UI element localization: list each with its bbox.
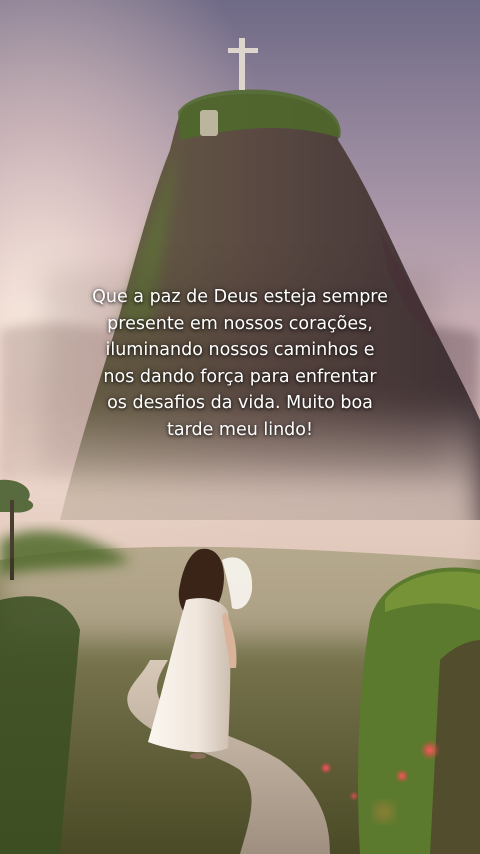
devotional-message: Que a paz de Deus esteja sempre presente… [40, 284, 440, 443]
message-line: presente em nossos corações, [107, 313, 373, 334]
message-line: Que a paz de Deus esteja sempre [92, 287, 388, 307]
message-line: iluminando nossos caminhos e [105, 340, 375, 360]
statue-icon [200, 110, 218, 136]
message-line: tarde meu lindo! [166, 419, 314, 440]
devotional-scene: Que a paz de Deus esteja sempre presente… [0, 0, 480, 854]
message-line: nos dando força para enfrentar [103, 366, 377, 387]
message-line: os desafios da vida. Muito boa [107, 393, 373, 413]
